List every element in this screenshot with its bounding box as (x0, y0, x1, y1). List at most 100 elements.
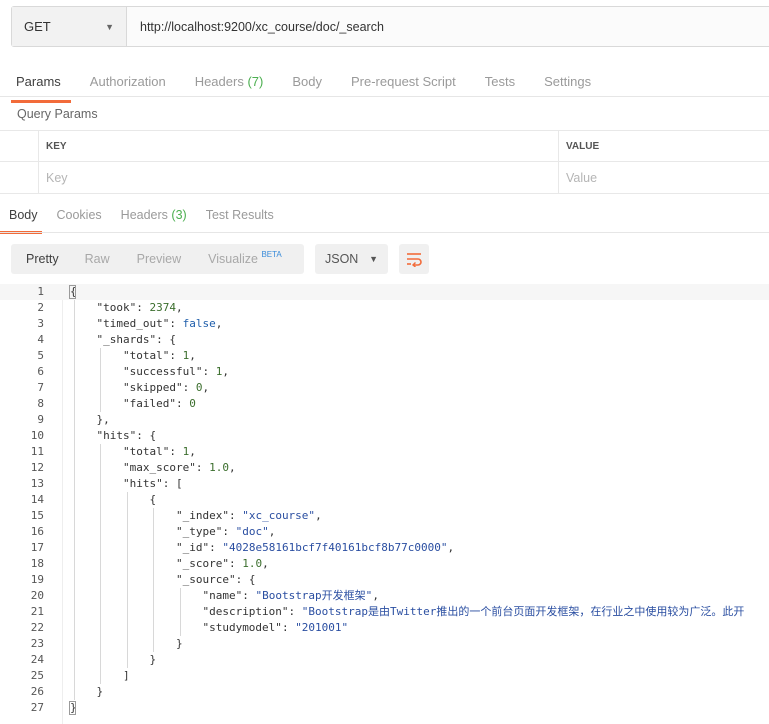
view-mode-group: Pretty Raw Preview Visualize BETA (11, 244, 304, 274)
code-line: 22 "studymodel": "201001" (0, 620, 769, 636)
code-text: }, (70, 413, 110, 426)
code-line: 2 "took": 2374, (0, 300, 769, 316)
line-number: 13 (30, 477, 44, 490)
line-number: 6 (37, 365, 44, 378)
code-line: 12 "max_score": 1.0, (0, 460, 769, 476)
code-line: 9 }, (0, 412, 769, 428)
tab-settings-label: Settings (544, 73, 592, 89)
code-line: 4 "_shards": { (0, 332, 769, 348)
line-number: 14 (30, 493, 44, 506)
tab-response-body-label: Body (9, 208, 38, 222)
line-number: 3 (37, 317, 44, 330)
query-params-title: Query Params (17, 107, 98, 121)
tab-test-results[interactable]: Test Results (206, 208, 274, 222)
code-line: 8 "failed": 0 (0, 396, 769, 412)
code-text: "skipped": 0, (122, 381, 210, 394)
line-number: 26 (30, 685, 44, 698)
code-text: "successful": 1, (122, 365, 229, 378)
request-tabs: Params Authorization Headers (7) Body Pr… (0, 72, 620, 103)
line-number: 21 (30, 605, 44, 618)
wrap-lines-button[interactable] (399, 244, 429, 274)
tab-body[interactable]: Body (292, 74, 322, 89)
line-number: 4 (37, 333, 44, 346)
tab-cookies[interactable]: Cookies (57, 208, 102, 222)
response-tabs: Body Cookies Headers (3) Test Results (0, 208, 293, 234)
code-text: "hits": [ (122, 477, 183, 490)
line-number: 1 (37, 285, 44, 298)
code-text: "name": "Bootstrap开发框架", (202, 589, 379, 602)
indent-guide (74, 300, 75, 700)
tab-headers[interactable]: Headers (7) (195, 74, 264, 89)
indent-guide (100, 348, 102, 412)
code-text: "description": "Bootstrap是由Twitter推出的一个前… (202, 605, 745, 618)
code-line: 18 "_score": 1.0, (0, 556, 769, 572)
divider (0, 96, 769, 97)
tab-tests[interactable]: Tests (485, 74, 515, 89)
chevron-down-icon: ▼ (369, 254, 378, 264)
line-number: 9 (37, 413, 44, 426)
response-body-editor[interactable]: 1{2 "took": 2374, 3 "timed_out": false, 4 … (0, 284, 769, 724)
tab-pre-request-label: Pre-request Script (350, 73, 456, 89)
visualize-button[interactable]: Visualize BETA (208, 250, 282, 267)
line-number: 11 (30, 445, 44, 458)
tab-params-label: Params (16, 73, 61, 89)
line-number: 17 (30, 541, 44, 554)
tab-response-headers[interactable]: Headers (3) (121, 208, 187, 222)
tab-pre-request-script[interactable]: Pre-request Script (351, 74, 456, 89)
tab-authorization[interactable]: Authorization (90, 74, 166, 89)
visualize-label: Visualize (208, 252, 258, 267)
divider (0, 232, 769, 233)
key-input[interactable]: Key (46, 162, 68, 193)
response-headers-count-badge: (3) (171, 208, 187, 222)
request-bar: GET ▼ http://localhost:9200/xc_course/do… (11, 6, 769, 47)
method-select[interactable]: GET ▼ (12, 7, 127, 46)
raw-button[interactable]: Raw (85, 252, 110, 266)
code-text: "hits": { (96, 429, 157, 442)
url-input[interactable]: http://localhost:9200/xc_course/doc/_sea… (127, 7, 769, 46)
line-number: 10 (30, 429, 44, 442)
code-line: 1{ (0, 284, 769, 300)
value-input[interactable]: Value (558, 162, 597, 193)
code-line: 13 "hits": [ (0, 476, 769, 492)
code-line: 10 "hits": { (0, 428, 769, 444)
line-number: 16 (30, 525, 44, 538)
bracket-match-marker (69, 285, 76, 299)
tab-settings[interactable]: Settings (544, 74, 591, 89)
code-line: 15 "_index": "xc_course", (0, 508, 769, 524)
code-line: 23 } (0, 636, 769, 652)
line-number: 22 (30, 621, 44, 634)
tab-params[interactable]: Params (11, 73, 71, 103)
line-number: 27 (30, 701, 44, 714)
code-text: "timed_out": false, (96, 317, 223, 330)
pretty-button[interactable]: Pretty (26, 252, 59, 266)
tab-cookies-label: Cookies (56, 208, 102, 222)
code-text: { (70, 493, 157, 506)
indent-guide (126, 492, 128, 668)
code-text: "max_score": 1.0, (122, 461, 236, 474)
code-line: 26 } (0, 684, 769, 700)
code-text: "studymodel": "201001" (202, 621, 349, 634)
code-line: 21 "description": "Bootstrap是由Twitter推出的… (0, 604, 769, 620)
code-text: "_shards": { (96, 333, 176, 346)
table-row: Key Value (0, 161, 769, 194)
code-line: 19 "_source": { (0, 572, 769, 588)
preview-button[interactable]: Preview (137, 252, 181, 266)
beta-badge: BETA (261, 250, 282, 260)
code-line: 20 "name": "Bootstrap开发框架", (0, 588, 769, 604)
code-line: 16 "_type": "doc", (0, 524, 769, 540)
headers-count-badge: (7) (247, 73, 264, 89)
chevron-down-icon: ▼ (105, 21, 114, 32)
format-select[interactable]: JSON ▼ (315, 244, 388, 274)
tab-response-headers-label: Headers (120, 208, 168, 222)
wrap-lines-icon (407, 253, 422, 267)
line-number: 24 (30, 653, 44, 666)
code-text: "failed": 0 (122, 397, 196, 410)
tab-test-results-label: Test Results (205, 208, 274, 222)
tab-response-body[interactable]: Body (0, 208, 41, 234)
key-header: KEY (46, 141, 67, 152)
line-number: 15 (30, 509, 44, 522)
line-number: 25 (30, 669, 44, 682)
code-line: 27} (0, 700, 769, 716)
line-number: 19 (30, 573, 44, 586)
row-checkbox-cell (0, 162, 39, 193)
